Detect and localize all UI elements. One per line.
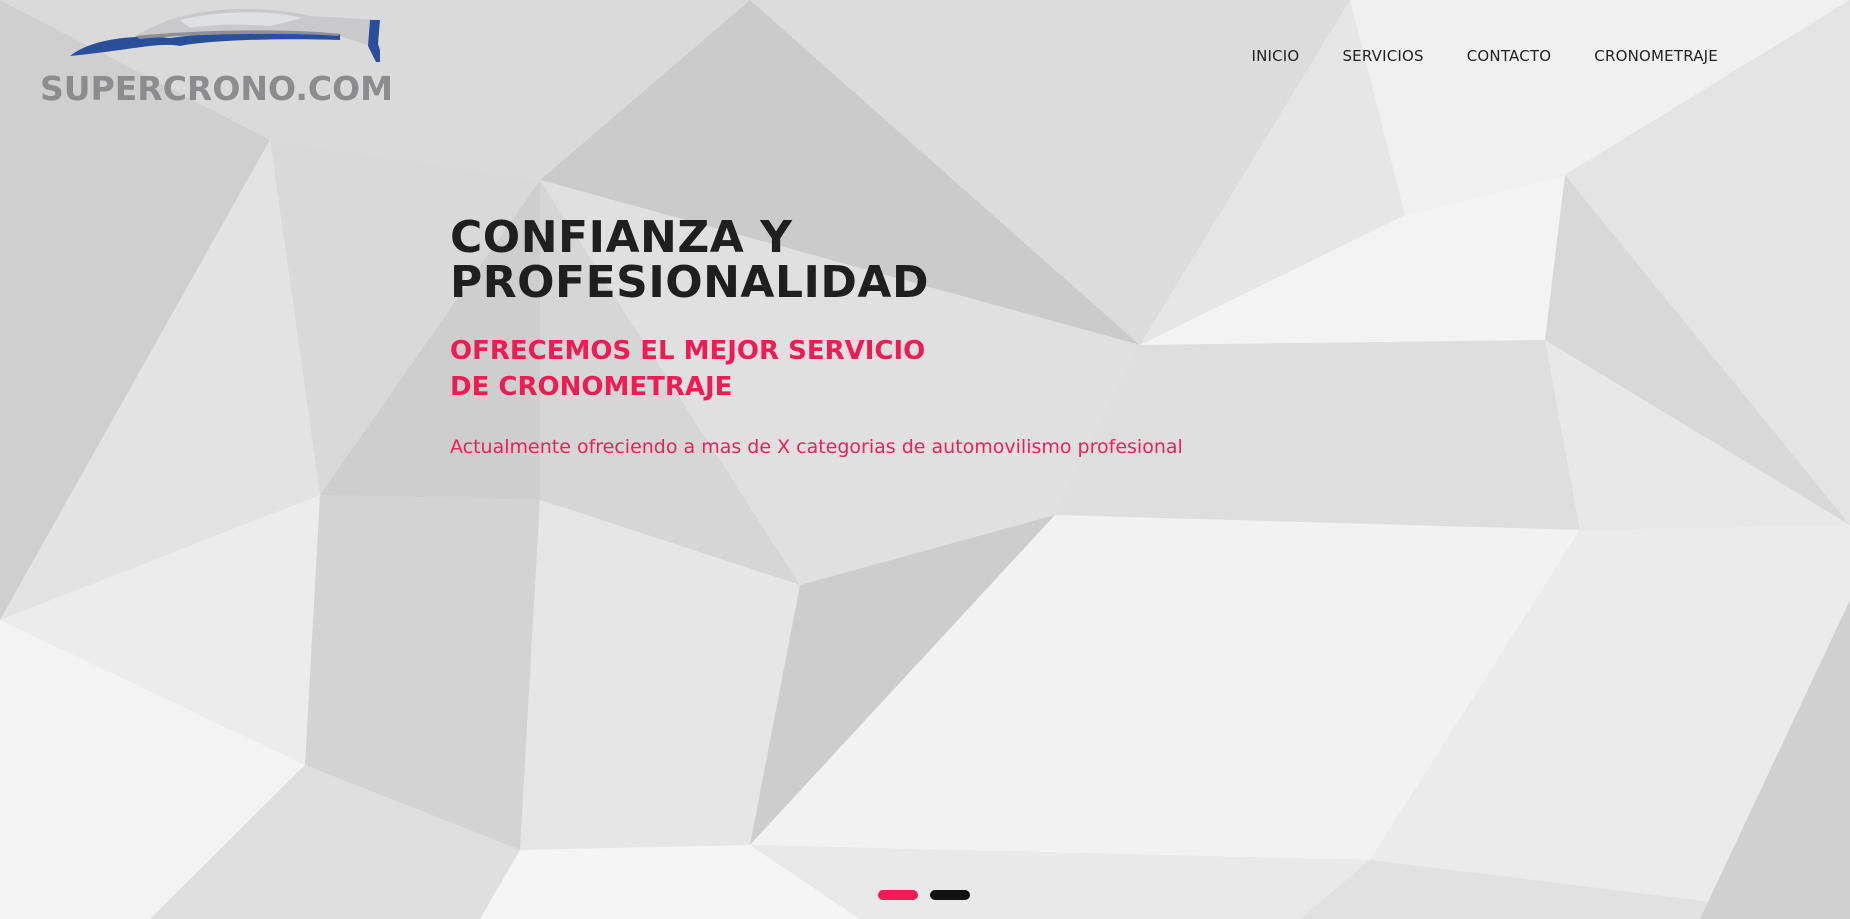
hero-section: CONFIANZA Y PROFESIONALIDAD OFRECEMOS EL… <box>450 215 1350 459</box>
slider-dot-2[interactable] <box>930 890 970 900</box>
logo[interactable]: SUPERCRONO.COM <box>40 6 420 114</box>
nav-item-servicios[interactable]: SERVICIOS <box>1342 46 1423 66</box>
hero-subtitle-line-1: OFRECEMOS EL MEJOR SERVICIO <box>450 336 926 366</box>
hero-title: CONFIANZA Y PROFESIONALIDAD <box>450 215 1350 305</box>
polygon-background <box>0 0 1850 919</box>
hero-subtitle: OFRECEMOS EL MEJOR SERVICIO DE CRONOMETR… <box>450 333 1350 405</box>
hero-title-line-1: CONFIANZA Y <box>450 212 793 263</box>
main-nav: INICIO SERVICIOS CONTACTO CRONOMETRAJE <box>1208 46 1718 66</box>
nav-item-inicio[interactable]: INICIO <box>1251 46 1299 66</box>
hero-title-line-2: PROFESIONALIDAD <box>450 257 929 308</box>
slider-dot-1[interactable] <box>878 890 918 900</box>
hero-description: Actualmente ofreciendo a mas de X catego… <box>450 436 1183 458</box>
slider-pagination <box>878 890 970 900</box>
page: SUPERCRONO.COM INICIO SERVICIOS CONTACTO… <box>0 0 1850 919</box>
nav-item-contacto[interactable]: CONTACTO <box>1467 46 1552 66</box>
car-silhouette-icon <box>70 8 380 62</box>
nav-item-cronometraje[interactable]: CRONOMETRAJE <box>1594 46 1718 66</box>
logo-text: SUPERCRONO.COM <box>40 69 393 108</box>
hero-subtitle-line-2: DE CRONOMETRAJE <box>450 372 733 402</box>
